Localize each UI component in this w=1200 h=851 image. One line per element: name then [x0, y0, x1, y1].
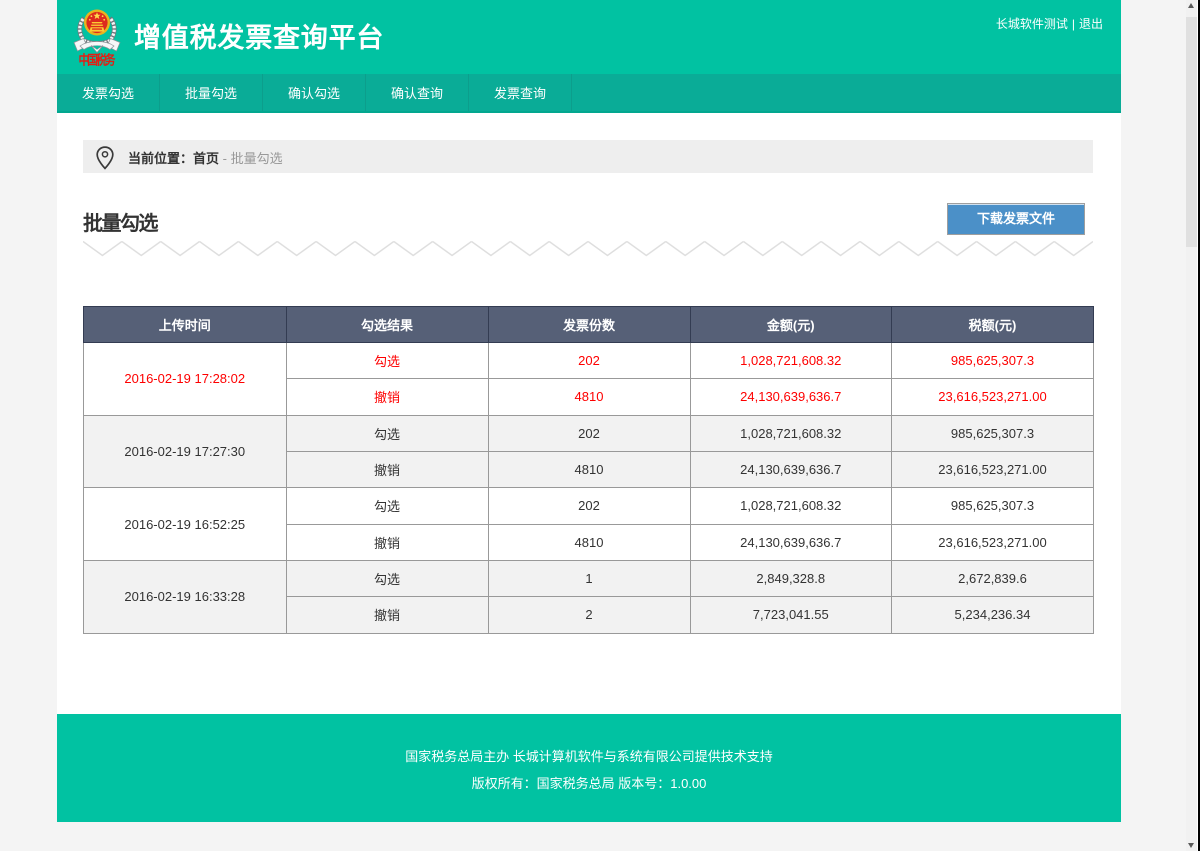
svg-text:中国税务: 中国税务 — [79, 52, 117, 68]
